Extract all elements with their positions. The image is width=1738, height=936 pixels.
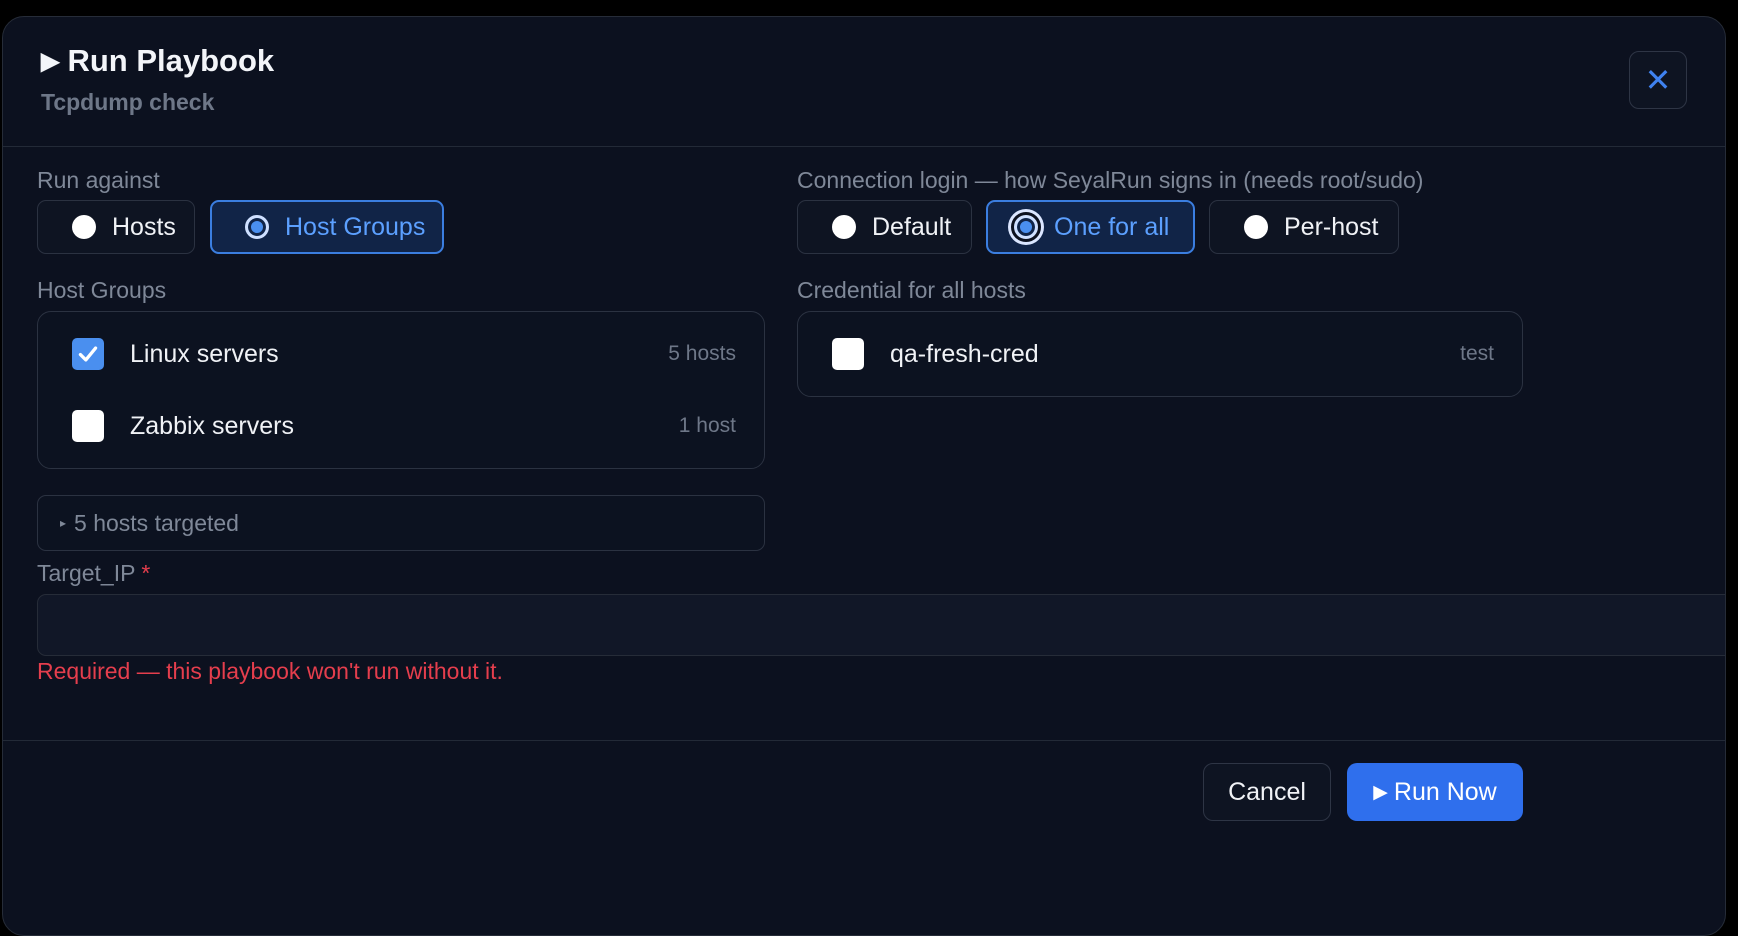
cancel-button-label: Cancel (1228, 777, 1306, 806)
radio-host-groups[interactable]: Host Groups (210, 200, 444, 254)
host-group-row-linux[interactable]: Linux servers 5 hosts (72, 334, 736, 374)
radio-one-for-all[interactable]: One for all (986, 200, 1195, 254)
host-group-linux-checkbox[interactable] (72, 338, 104, 370)
run-playbook-dialog: ▶ Run Playbook Tcpdump check ✕ Run again… (2, 16, 1726, 936)
host-groups-list: Linux servers 5 hosts Zabbix servers 1 h… (37, 311, 765, 469)
dialog-header: ▶ Run Playbook Tcpdump check ✕ (3, 17, 1725, 147)
checkmark-icon (78, 346, 98, 362)
host-groups-label: Host Groups (37, 277, 167, 303)
radio-host-groups-indicator (245, 215, 269, 239)
radio-per-host-indicator (1244, 215, 1268, 239)
run-now-button[interactable]: ▶ Run Now (1347, 763, 1523, 821)
radio-hosts-label: Hosts (112, 212, 176, 241)
host-group-name: Zabbix servers (130, 411, 294, 440)
host-group-row-zabbix[interactable]: Zabbix servers 1 host (72, 406, 736, 446)
hosts-targeted-text: 5 hosts targeted (74, 509, 239, 536)
run-now-button-label: Run Now (1393, 777, 1497, 806)
radio-per-host[interactable]: Per-host (1209, 200, 1399, 254)
host-group-count: 5 hosts (668, 342, 736, 365)
host-group-zabbix-checkbox[interactable] (72, 410, 104, 442)
radio-per-host-label: Per-host (1284, 212, 1379, 241)
connection-login-label: Connection login — how SeyalRun signs in… (797, 167, 1424, 193)
radio-one-for-all-indicator (1011, 212, 1041, 242)
credential-row[interactable]: qa-fresh-cred test (832, 334, 1494, 374)
host-group-name: Linux servers (130, 339, 279, 368)
credential-list: qa-fresh-cred test (797, 311, 1523, 397)
credential-label: Credential for all hosts (797, 277, 1026, 303)
hosts-targeted-summary[interactable]: ▸ 5 hosts targeted (37, 495, 765, 551)
target-ip-input[interactable] (37, 594, 1725, 656)
radio-host-groups-label: Host Groups (285, 212, 426, 241)
target-ip-label: Target_IP * (37, 560, 150, 587)
host-group-count: 1 host (678, 414, 736, 437)
expand-triangle-icon: ▸ (60, 516, 67, 530)
dialog-title: ▶ Run Playbook (41, 43, 274, 79)
radio-default-label: Default (872, 212, 952, 241)
target-ip-error: Required — this playbook won't run witho… (37, 658, 503, 684)
credential-checkbox[interactable] (832, 338, 864, 370)
radio-hosts-indicator (72, 215, 96, 239)
required-marker: * (141, 560, 151, 586)
radio-default[interactable]: Default (797, 200, 972, 254)
play-icon: ▶ (41, 47, 60, 75)
credential-name: qa-fresh-cred (890, 339, 1039, 368)
close-button[interactable]: ✕ (1629, 51, 1687, 109)
dialog-title-text: Run Playbook (67, 43, 275, 78)
radio-default-indicator (832, 215, 856, 239)
dialog-subtitle: Tcpdump check (41, 89, 215, 115)
credential-meta: test (1460, 342, 1494, 365)
play-icon: ▶ (1373, 781, 1388, 803)
close-icon: ✕ (1644, 62, 1672, 98)
run-against-label: Run against (37, 167, 160, 193)
cancel-button[interactable]: Cancel (1203, 763, 1331, 821)
radio-hosts[interactable]: Hosts (37, 200, 195, 254)
radio-one-for-all-label: One for all (1054, 212, 1170, 241)
target-ip-label-text: Target_IP (37, 560, 136, 586)
